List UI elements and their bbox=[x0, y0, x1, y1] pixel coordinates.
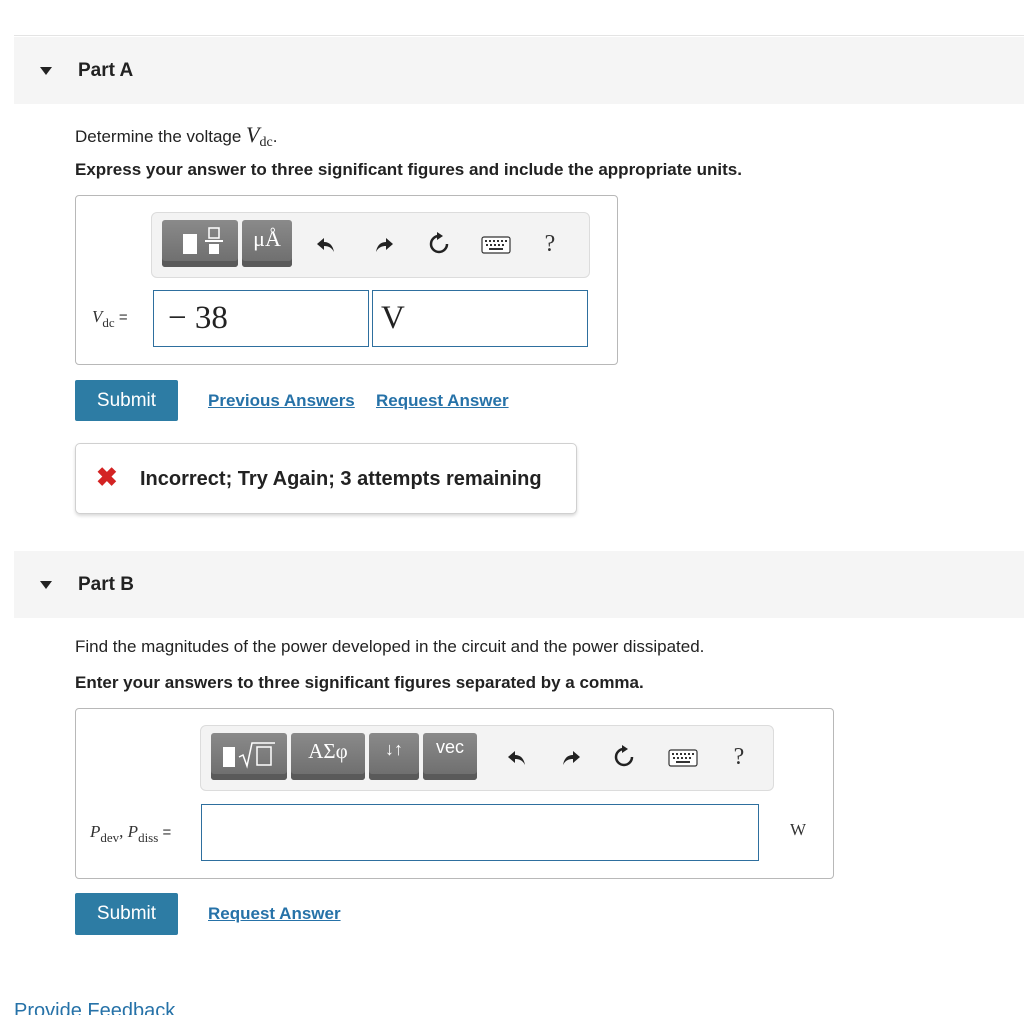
part-a-math-toolbar: μÅ ? bbox=[151, 212, 590, 278]
vec-button-label: vec bbox=[435, 737, 464, 757]
part-a-header[interactable]: Part A bbox=[14, 37, 1024, 104]
part-a-instruction: Express your answer to three significant… bbox=[75, 160, 742, 179]
feedback-message-box: ✖ Incorrect; Try Again; 3 attempts remai… bbox=[75, 443, 577, 514]
part-a-submit-button[interactable]: Submit bbox=[75, 380, 178, 421]
units-button[interactable]: μÅ bbox=[242, 220, 292, 267]
help-button[interactable]: ? bbox=[538, 229, 562, 259]
part-a-units-input[interactable]: V bbox=[372, 290, 588, 347]
radical-template-icon bbox=[223, 742, 275, 769]
part-a-request-answer-link[interactable]: Request Answer bbox=[376, 391, 509, 411]
vec-button[interactable]: vec bbox=[423, 733, 477, 780]
part-a-value-input[interactable]: − 38 bbox=[153, 290, 369, 347]
part-a-units-text: V bbox=[381, 300, 405, 336]
collapse-caret-icon[interactable] bbox=[40, 580, 52, 589]
greek-button[interactable]: ΑΣφ bbox=[291, 733, 365, 780]
previous-answers-link[interactable]: Previous Answers bbox=[208, 391, 355, 411]
keyboard-icon[interactable] bbox=[667, 746, 699, 770]
part-b-instruction: Enter your answers to three significant … bbox=[75, 673, 644, 692]
top-divider bbox=[14, 35, 1024, 36]
part-b-equation-label: Pdev, Pdiss = bbox=[90, 822, 172, 845]
part-a-prompt: Determine the voltage Vdc. bbox=[75, 122, 277, 151]
collapse-caret-icon[interactable] bbox=[40, 66, 52, 75]
undo-icon[interactable] bbox=[503, 744, 531, 772]
x-icon: ✖ bbox=[96, 462, 118, 492]
redo-icon[interactable] bbox=[557, 744, 585, 772]
part-a-value-text: − 38 bbox=[168, 300, 228, 336]
templates-button[interactable] bbox=[211, 733, 287, 780]
redo-icon[interactable] bbox=[370, 231, 398, 259]
part-b-header[interactable]: Part B bbox=[14, 551, 1024, 618]
part-a-answer-box: μÅ ? Vdc = − 38 V bbox=[75, 195, 618, 365]
feedback-message: Incorrect; Try Again; 3 attempts remaini… bbox=[140, 468, 542, 490]
part-a-title: Part A bbox=[78, 59, 134, 81]
part-b-prompt: Find the magnitudes of the power develop… bbox=[75, 637, 705, 656]
reset-icon[interactable] bbox=[424, 229, 454, 259]
arrows-button[interactable]: ↓↑ bbox=[369, 733, 419, 780]
keyboard-icon[interactable] bbox=[480, 233, 512, 257]
units-button-label: μÅ bbox=[253, 226, 281, 251]
prompt-text: Determine the voltage bbox=[75, 127, 247, 146]
templates-button[interactable] bbox=[162, 220, 238, 267]
prompt-variable: Vdc bbox=[246, 122, 273, 150]
part-b-value-input[interactable] bbox=[201, 804, 759, 861]
arrows-button-label: ↓↑ bbox=[385, 739, 403, 759]
provide-feedback-link[interactable]: Provide Feedback bbox=[14, 1000, 175, 1015]
part-b-title: Part B bbox=[78, 573, 134, 595]
part-b-math-toolbar: ΑΣφ ↓↑ vec ? bbox=[200, 725, 774, 791]
part-a-equation-label: Vdc = bbox=[92, 307, 128, 330]
greek-button-label: ΑΣφ bbox=[308, 739, 348, 763]
part-b-answer-box: ΑΣφ ↓↑ vec ? Pdev, Pdiss = bbox=[75, 708, 834, 879]
prompt-end: . bbox=[272, 127, 278, 146]
part-b-request-answer-link[interactable]: Request Answer bbox=[208, 904, 341, 924]
reset-icon[interactable] bbox=[609, 742, 639, 772]
fraction-template-icon bbox=[183, 227, 223, 254]
help-button[interactable]: ? bbox=[727, 742, 751, 772]
undo-icon[interactable] bbox=[312, 231, 340, 259]
part-b-submit-button[interactable]: Submit bbox=[75, 893, 178, 935]
part-b-unit-label: W bbox=[790, 820, 807, 839]
